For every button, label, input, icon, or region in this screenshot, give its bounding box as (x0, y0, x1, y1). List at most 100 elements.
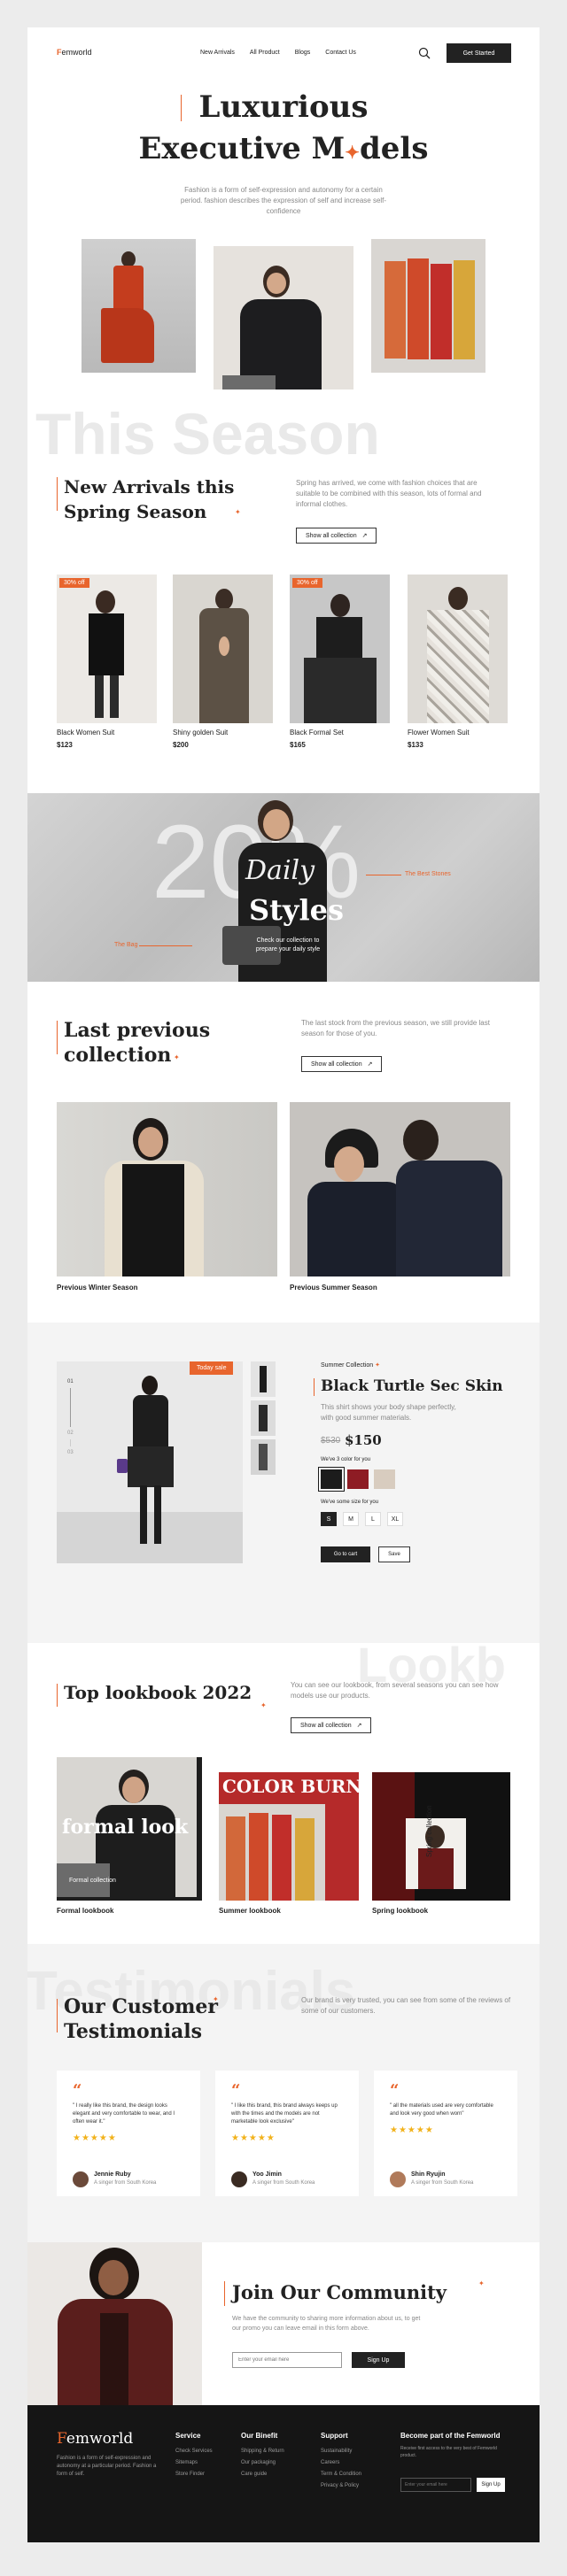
product-name[interactable]: Shiny golden Suit (173, 729, 228, 737)
color-swatch-black[interactable] (318, 1467, 345, 1492)
hero-title-part-a: Executive M (138, 131, 346, 166)
go-to-cart-button[interactable]: Go to cart (321, 1546, 370, 1562)
footer-link[interactable]: Care guide (241, 2472, 284, 2477)
hero-title-line1: Luxurious (198, 89, 369, 125)
quote-icon: “ (73, 2081, 82, 2100)
size-options: S M L XL (321, 1512, 403, 1526)
footer-link[interactable]: Sitemaps (175, 2460, 213, 2465)
sparkle-icon: ✦ (260, 1701, 267, 1709)
today-sale-badge: Today sale (190, 1361, 234, 1375)
size-option-xl[interactable]: XL (387, 1512, 403, 1526)
product-thumbnail[interactable] (251, 1439, 276, 1475)
hero-title-part-b: dels (360, 131, 429, 166)
footer-link[interactable]: Check Services (175, 2449, 213, 2454)
lookbook-show-all-button[interactable]: Show all collection ↗ (291, 1717, 372, 1733)
footer-link[interactable]: Term & Condition (321, 2472, 361, 2477)
product-card-image[interactable] (173, 575, 273, 723)
product-steps: 01 02 03 (67, 1379, 74, 1455)
product-kicker-text: Summer Collection (321, 1362, 374, 1369)
footer-link[interactable]: Shipping & Return (241, 2449, 284, 2454)
previous-show-all-button[interactable]: Show all collection ↗ (301, 1056, 383, 1072)
nav-all-product[interactable]: All Product (250, 50, 280, 56)
footer: Femworld Fashion is a form of self-expre… (27, 2405, 540, 2542)
brand-logo[interactable]: Femworld (57, 48, 92, 57)
banner-left-label: The Bag (114, 942, 138, 948)
community-title: Join Our Community (232, 2281, 447, 2303)
avatar (390, 2171, 406, 2187)
footer-brand-initial: F (57, 2430, 66, 2448)
quote-icon: “ (231, 2081, 241, 2100)
previous-accent-bar (57, 1021, 58, 1054)
previous-item-label[interactable]: Previous Summer Season (290, 1284, 377, 1292)
arrivals-accent-bar (57, 477, 58, 511)
save-button[interactable]: Save (378, 1546, 410, 1562)
lookbook-card-spring[interactable]: Spring collection (372, 1772, 510, 1901)
search-icon[interactable] (418, 47, 431, 59)
banner-script-text: Daily (245, 855, 315, 886)
previous-summer-photo[interactable] (290, 1102, 510, 1276)
lookbook-card-label[interactable]: Summer lookbook (219, 1907, 281, 1915)
color-swatch-beige[interactable] (374, 1469, 395, 1489)
nav-new-arrivals[interactable]: New Arrivals (200, 50, 235, 56)
previous-winter-photo[interactable] (57, 1102, 277, 1276)
lookbook-show-all-label: Show all collection (300, 1722, 352, 1729)
banner-right-label: The Best Stones (405, 871, 451, 877)
testimonials-description: Our brand is very trusted, you can see f… (301, 1996, 511, 2015)
step-label[interactable]: 01 (67, 1379, 74, 1384)
lookbook-card-label[interactable]: Formal lookbook (57, 1907, 113, 1915)
product-name[interactable]: Flower Women Suit (408, 729, 470, 737)
footer-brand[interactable]: Femworld (57, 2430, 133, 2448)
product-card-image[interactable] (408, 575, 508, 723)
testimonial-card: “ " I really like this brand, the design… (57, 2071, 200, 2196)
footer-link[interactable]: Privacy & Policy (321, 2483, 361, 2488)
banner-text: Check our collection to prepare your dai… (255, 937, 321, 953)
footer-column-title: Support (321, 2432, 348, 2440)
hero-photo-right (371, 239, 485, 373)
size-option-m[interactable]: M (343, 1512, 359, 1526)
footer-link[interactable]: Sustainability (321, 2449, 361, 2454)
community-description: We have the community to sharing more in… (232, 2316, 421, 2332)
testimonials-section: Testimonials Our Customer Testimonials ✦… (27, 1944, 540, 2242)
lookbook-sub-formal: Formal collection (69, 1878, 116, 1884)
testimonials-title-line2: Testimonials (64, 2020, 203, 2043)
newsletter-email-input[interactable] (400, 2478, 471, 2492)
product-main-photo (57, 1361, 243, 1563)
hero-section: Femworld New Arrivals All Product Blogs … (27, 27, 540, 451)
brand-name-tail: emworld (61, 48, 92, 57)
lookbook-card-label[interactable]: Spring lookbook (372, 1907, 428, 1915)
product-name[interactable]: Black Women Suit (57, 729, 114, 737)
arrivals-show-all-button[interactable]: Show all collection ↗ (296, 528, 377, 544)
newsletter-signup-button[interactable]: Sign Up (477, 2478, 505, 2492)
product-card-image[interactable] (57, 575, 157, 723)
footer-link[interactable]: Store Finder (175, 2472, 213, 2477)
community-email-input[interactable] (232, 2352, 342, 2368)
product-thumbnail[interactable] (251, 1400, 276, 1436)
footer-link[interactable]: Our packaging (241, 2460, 284, 2465)
previous-item-label[interactable]: Previous Winter Season (57, 1284, 138, 1292)
lookbook-card-summer[interactable]: COLOR BURN (219, 1772, 359, 1901)
lookbook-section: Lookb Top lookbook 2022 ✦ You can see ou… (27, 1643, 540, 1944)
product-name[interactable]: Black Formal Set (290, 729, 344, 737)
size-option-l[interactable]: L (365, 1512, 381, 1526)
lookbook-card-formal[interactable]: formal look Formal collection (57, 1757, 202, 1901)
discount-badge: 30% off (59, 578, 89, 588)
product-card-image[interactable] (290, 575, 390, 723)
step-label[interactable]: 03 (67, 1450, 74, 1455)
nav-contact-us[interactable]: Contact Us (325, 50, 356, 56)
arrivals-show-all-label: Show all collection (306, 532, 357, 539)
nav-blogs[interactable]: Blogs (295, 50, 311, 56)
hero-photo-center (214, 246, 353, 408)
previous-title-line2: collection (64, 1044, 172, 1067)
product-thumbnail[interactable] (251, 1361, 276, 1397)
community-signup-button[interactable]: Sign Up (352, 2352, 405, 2368)
step-label[interactable]: 02 (67, 1431, 74, 1436)
footer-link[interactable]: Careers (321, 2460, 361, 2465)
get-started-button[interactable]: Get Started (447, 43, 511, 63)
size-option-s[interactable]: S (321, 1512, 337, 1526)
product-detail-section: 01 02 03 Today sale Summer Collection ✦ … (27, 1323, 540, 1643)
footer-about: Fashion is a form of self-expression and… (57, 2456, 157, 2477)
color-swatch-red[interactable] (347, 1469, 369, 1489)
previous-collection-section: Last previous collection ✦ The last stoc… (27, 982, 540, 1323)
footer-brand-tail: emworld (66, 2430, 134, 2448)
banner-title: Styles (249, 893, 345, 927)
